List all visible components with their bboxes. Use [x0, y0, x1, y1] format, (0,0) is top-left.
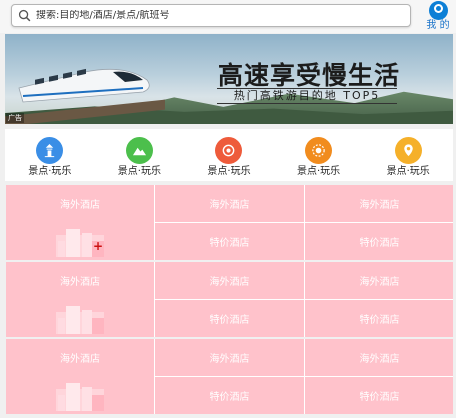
promo-banner[interactable]: 高速享受慢生活 热门高铁游目的地 TOP5 广告 [5, 34, 453, 124]
search-icon [18, 9, 31, 22]
category-label: 景点·玩乐 [117, 166, 161, 177]
plus-icon: + [93, 239, 104, 253]
hotel-tile[interactable]: 海外酒店 [305, 339, 454, 376]
hotel-tile[interactable]: 特价酒店 [305, 223, 454, 260]
category-item-3[interactable]: 景点·玩乐 [184, 129, 274, 181]
hotel-building-icon [56, 383, 104, 411]
hotel-tile[interactable]: 海外酒店 [155, 185, 304, 222]
banner-headline: 高速享受慢生活 [218, 61, 401, 90]
tower-icon [36, 137, 64, 164]
ad-label: 广告 [6, 113, 24, 123]
hotel-tile[interactable]: 海外酒店 [305, 185, 454, 222]
hotel-tile[interactable]: 特价酒店 [155, 377, 304, 414]
camera-icon [215, 137, 243, 164]
category-label: 景点·玩乐 [386, 166, 430, 177]
hotel-building-icon [56, 306, 104, 334]
sun-icon [305, 137, 333, 164]
category-label: 景点·玩乐 [207, 166, 251, 177]
hotel-tile[interactable]: 特价酒店 [155, 223, 304, 260]
banner-subline: 热门高铁游目的地 TOP5 [233, 89, 381, 102]
category-label: 景点·玩乐 [28, 166, 72, 177]
category-item-5[interactable]: 景点·玩乐 [363, 129, 453, 181]
hotel-tile[interactable]: 海外酒店 [155, 339, 304, 376]
hotel-main-tile[interactable]: 海外酒店 + [6, 185, 155, 260]
user-icon [428, 1, 448, 20]
category-item-2[interactable]: 景点·玩乐 [95, 129, 185, 181]
top-bar: 我 的 [0, 0, 456, 33]
my-account-button[interactable]: 我 的 [424, 0, 452, 33]
tile-label: 海外酒店 [60, 200, 100, 211]
hotel-main-tile[interactable]: 海外酒店 [6, 339, 155, 414]
hotel-tile[interactable]: 海外酒店 [305, 262, 454, 299]
category-label: 景点·玩乐 [296, 166, 341, 177]
category-item-4[interactable]: 景点·玩乐 [274, 129, 364, 181]
category-row: 景点·玩乐 景点·玩乐 景点·玩乐 景点·玩乐 景点·玩乐 [5, 129, 453, 181]
search-box[interactable] [11, 4, 411, 27]
hotel-block: 海外酒店 海外酒店 海外酒店 特价酒店 特价酒店 [6, 339, 453, 414]
hotel-tile[interactable]: 海外酒店 [155, 262, 304, 299]
hotel-tile[interactable]: 特价酒店 [305, 377, 454, 414]
location-icon [394, 137, 422, 164]
tile-label: 海外酒店 [60, 277, 100, 288]
hotel-grid: 海外酒店 + 海外酒店 海外酒店 特价酒店 特价酒店 海外酒店 海外酒店 海外酒… [6, 185, 453, 415]
category-item-1[interactable]: 景点·玩乐 [5, 129, 95, 181]
tile-label: 海外酒店 [60, 354, 100, 365]
search-input[interactable] [36, 10, 410, 21]
mountain-icon [125, 137, 153, 164]
hotel-block: 海外酒店 海外酒店 海外酒店 特价酒店 特价酒店 [6, 262, 453, 337]
train-image [18, 68, 150, 103]
hotel-main-tile[interactable]: 海外酒店 [6, 262, 155, 337]
hotel-tile[interactable]: 特价酒店 [305, 300, 454, 337]
my-account-label: 我 的 [426, 20, 450, 31]
hotel-block: 海外酒店 + 海外酒店 海外酒店 特价酒店 特价酒店 [6, 185, 453, 260]
hotel-tile[interactable]: 特价酒店 [155, 300, 304, 337]
